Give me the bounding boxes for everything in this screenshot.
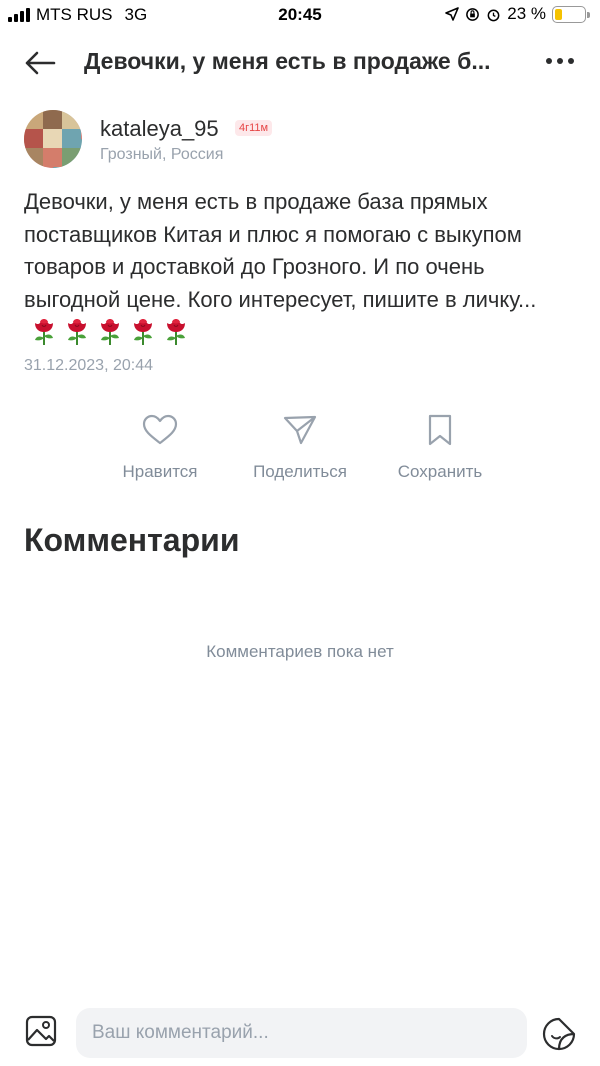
heart-icon — [142, 414, 178, 445]
author-age-badge: 4г11м — [235, 120, 273, 136]
save-button[interactable]: Сохранить — [370, 410, 510, 482]
rose-icon — [35, 319, 53, 345]
rose-icon — [101, 319, 119, 345]
sticker-button[interactable] — [541, 1016, 577, 1052]
attach-image-button[interactable] — [24, 1014, 58, 1048]
post-author: kataleya_95 4г11м Грозный, Россия — [24, 110, 584, 170]
like-label: Нравится — [122, 462, 198, 481]
alarm-icon — [487, 9, 500, 21]
more-dot-icon — [557, 58, 563, 64]
author-username[interactable]: kataleya_95 — [100, 116, 219, 142]
comment-composer — [0, 1006, 600, 1060]
comment-input[interactable] — [76, 1008, 527, 1058]
location-arrow-icon — [445, 7, 460, 21]
post-text: Девочки, у меня есть в продаже база прям… — [24, 186, 580, 350]
author-location: Грозный, Россия — [100, 146, 224, 163]
sticker-icon — [542, 1017, 576, 1051]
image-icon — [25, 1015, 57, 1047]
more-button[interactable] — [546, 50, 574, 72]
rose-icon — [167, 319, 185, 345]
comments-title: Комментарии — [24, 522, 240, 558]
more-dot-icon — [546, 58, 552, 64]
post-body: Девочки, у меня есть в продаже база прям… — [24, 189, 537, 312]
share-button[interactable]: Поделиться — [230, 410, 370, 482]
more-dot-icon — [568, 58, 574, 64]
avatar[interactable] — [24, 110, 82, 168]
empty-comments-text: Комментариев пока нет — [206, 642, 394, 661]
battery-percent: 23 % — [507, 4, 546, 23]
rose-icon — [134, 319, 152, 345]
save-label: Сохранить — [397, 462, 483, 481]
header: Девочки, у меня есть в продаже б... — [0, 36, 600, 90]
arrow-left-icon — [25, 51, 56, 75]
bookmark-icon — [428, 414, 452, 446]
rose-icon — [68, 319, 86, 345]
battery-icon — [552, 5, 590, 23]
rose-emoji-group — [24, 316, 189, 350]
share-icon — [283, 415, 317, 445]
share-label: Поделиться — [253, 462, 347, 481]
like-button[interactable]: Нравится — [90, 410, 230, 482]
rotation-lock-icon — [466, 7, 480, 21]
back-button[interactable] — [22, 48, 58, 78]
post-actions: Нравится Поделиться Сохранить — [90, 410, 510, 490]
page-title: Девочки, у меня есть в продаже б... — [84, 48, 491, 74]
post-date: 31.12.2023, 20:44 — [24, 357, 154, 374]
status-bar: MTS RUS 3G 20:45 23 % — [0, 0, 600, 32]
status-right: 23 % — [445, 4, 590, 24]
